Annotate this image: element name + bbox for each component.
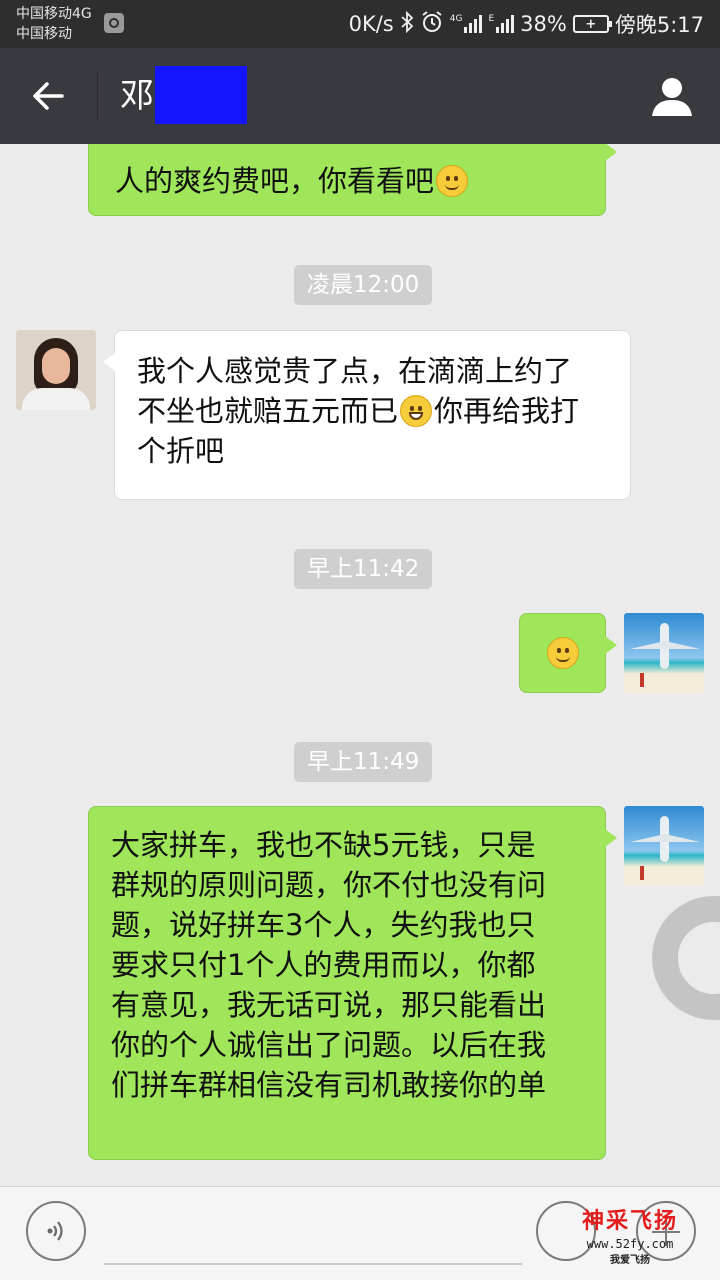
message-sent-1[interactable]: 人的爽约费吧，你看看吧 xyxy=(88,144,617,216)
arrow-left-icon xyxy=(33,82,64,110)
grin-emoji-icon xyxy=(400,395,433,427)
signal-4g-icon: 4G xyxy=(450,15,483,33)
message-sent-3[interactable]: 大家拼车，我也不缺5元钱，只是 群规的原则问题，你不付也没有问 题，说好拼车3个… xyxy=(88,806,617,1160)
signal-e-icon: E xyxy=(488,15,515,33)
message-timestamp: 凌晨12:00 xyxy=(294,265,433,305)
emoji-button[interactable] xyxy=(536,1201,596,1261)
my-avatar[interactable] xyxy=(624,806,704,886)
person-icon xyxy=(652,78,692,116)
carrier-secondary: 中国移动 xyxy=(16,26,72,42)
back-button[interactable] xyxy=(22,72,74,120)
smirk-emoji-icon xyxy=(546,637,579,669)
carrier-primary: 中国移动4G xyxy=(16,6,92,22)
carrier-logo-icon xyxy=(104,13,124,33)
status-indicators: 0K/s 4G E 38% + 傍晚5:17 xyxy=(349,10,704,38)
message-received-1[interactable]: 我个人感觉贵了点，在滴滴上约了 不坐也就赔五元而已 你再给我打 个折吧 xyxy=(103,330,631,500)
chat-header: 邓 xyxy=(0,48,720,144)
battery-icon: + xyxy=(572,15,612,33)
input-bar xyxy=(0,1186,720,1280)
message-sent-2[interactable] xyxy=(519,613,617,693)
more-options-button[interactable] xyxy=(636,1201,696,1261)
header-divider xyxy=(97,72,98,120)
floating-ring-icon[interactable] xyxy=(652,896,720,1020)
message-input[interactable] xyxy=(104,1263,522,1265)
message-timestamp: 早上11:42 xyxy=(294,549,433,589)
redaction-block xyxy=(155,66,247,124)
status-time: 傍晚5:17 xyxy=(614,13,704,37)
chat-info-button[interactable] xyxy=(646,72,698,120)
message-text: 大家拼车，我也不缺5元钱，只是 群规的原则问题，你不付也没有问 题，说好拼车3个… xyxy=(111,828,547,1102)
battery-percent: 38% xyxy=(520,12,567,36)
alarm-icon xyxy=(420,10,444,39)
status-bar: 中国移动4G 中国移动 0K/s 4G E 38% + 傍晚5:17 xyxy=(0,0,720,48)
voice-icon xyxy=(47,1221,63,1241)
smile-emoji-icon xyxy=(436,165,469,197)
contact-avatar[interactable] xyxy=(16,330,96,410)
my-avatar[interactable] xyxy=(624,613,704,693)
bluetooth-icon xyxy=(400,10,414,38)
voice-input-button[interactable] xyxy=(26,1201,86,1261)
message-list[interactable]: 人的爽约费吧，你看看吧 凌晨12:00 我个人感觉贵了点，在滴滴上约了 不坐也就… xyxy=(0,144,720,1186)
message-text: 人的爽约费吧，你看看吧 xyxy=(115,164,435,198)
chat-title: 邓 xyxy=(120,76,154,116)
message-timestamp: 早上11:49 xyxy=(294,742,433,782)
network-speed: 0K/s xyxy=(348,12,394,36)
